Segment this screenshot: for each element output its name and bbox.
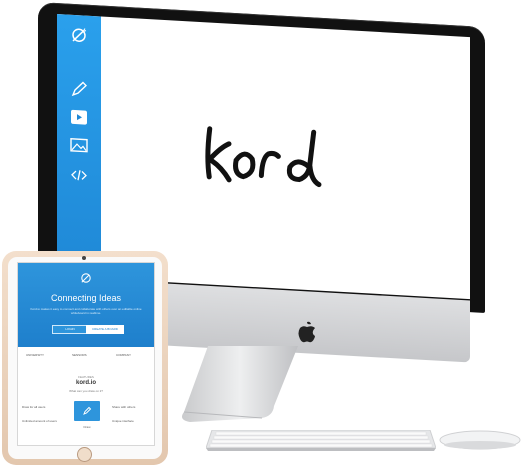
section-label: FEATURES	[78, 375, 94, 379]
partner-logos: UNIVERSITY SENSORS COMPANY	[18, 351, 154, 363]
kord-logo-icon	[81, 273, 91, 283]
pen-icon	[83, 406, 92, 415]
pen-icon[interactable]	[69, 79, 89, 100]
create-board-button[interactable]: CREATE A BOARD	[86, 325, 124, 334]
section-subtitle: What can you draw on it?	[69, 389, 103, 393]
ipad-camera	[82, 256, 86, 260]
feature-card[interactable]	[74, 401, 100, 421]
feature-item: Unlimited amount of users	[22, 419, 57, 423]
partner-logo: SENSORS	[72, 353, 87, 357]
login-button[interactable]: LOGIN	[52, 325, 88, 334]
hero-title: Connecting Ideas	[50, 293, 122, 303]
section-title: kord.io	[75, 380, 96, 386]
code-icon[interactable]	[69, 165, 89, 186]
video-icon[interactable]	[69, 107, 89, 128]
feature-item: Share with others	[112, 405, 136, 409]
hero-subtitle: Kord.io makes it easy to connect and col…	[30, 307, 142, 315]
feature-item: Draw for all users	[22, 405, 46, 409]
hero-section: Connecting Ideas Kord.io makes it easy t…	[18, 263, 154, 347]
ipad-screen: Connecting Ideas Kord.io makes it easy t…	[17, 262, 155, 446]
partner-logo: COMPANY	[116, 353, 131, 357]
toolbar-sidebar	[57, 14, 101, 279]
keyboard	[206, 430, 436, 451]
kord-handwritten-logo	[205, 126, 322, 188]
ipad-home-button[interactable]	[77, 447, 92, 462]
imac-stand	[182, 346, 298, 422]
apple-logo-icon	[298, 321, 315, 343]
kord-wordmark	[198, 116, 342, 210]
feature-card-label: Draw	[83, 425, 91, 429]
image-icon[interactable]	[69, 135, 89, 156]
partner-logo: UNIVERSITY	[26, 353, 45, 357]
feature-item: Unique interface	[112, 419, 134, 423]
kord-logo-icon[interactable]	[69, 25, 89, 46]
magic-mouse	[439, 430, 521, 450]
